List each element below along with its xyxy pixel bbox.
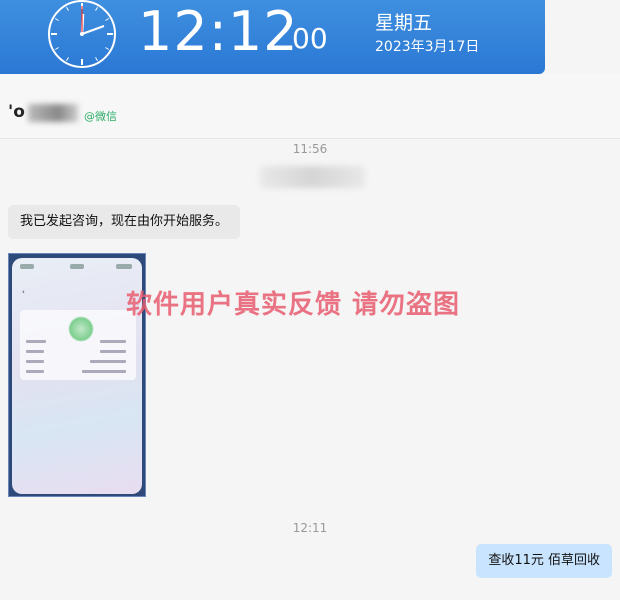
success-check-icon: [68, 316, 94, 342]
redacted-message: [260, 166, 365, 188]
clock-date: 2023年3月17日: [375, 39, 480, 55]
redacted-name: [28, 104, 78, 122]
outgoing-message[interactable]: 查收11元 佰草回收: [476, 544, 612, 578]
analog-clock-icon: [48, 0, 116, 68]
timestamp: 12:11: [292, 521, 328, 535]
phone-screen: ‹: [12, 258, 142, 494]
chat-header: 'o @微信: [0, 74, 620, 139]
phone-page-title: ‹: [22, 288, 25, 296]
contact-name[interactable]: 'o: [8, 102, 25, 122]
timestamp: 11:56: [292, 142, 328, 156]
clock-time: 12:12: [138, 0, 299, 63]
phone-status-bar: [20, 264, 134, 272]
watermark: 软件用户真实反馈 请勿盗图: [126, 290, 461, 320]
clock-seconds: 00: [292, 22, 328, 55]
clock-weekday: 星期五: [375, 12, 433, 34]
source-tag: @微信: [84, 110, 117, 123]
incoming-message[interactable]: 我已发起咨询，现在由你开始服务。: [8, 205, 241, 239]
clock-banner: 12:12 00 星期五 2023年3月17日: [0, 0, 545, 74]
